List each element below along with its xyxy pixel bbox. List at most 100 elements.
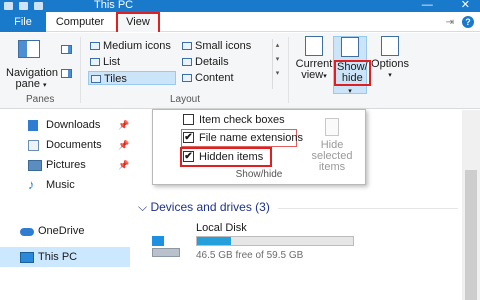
computer-icon	[20, 252, 34, 263]
local-disk-icon[interactable]	[152, 236, 180, 258]
layout-item-label: Small icons	[195, 40, 252, 52]
chevron-down-icon: ▾	[323, 73, 327, 80]
music-note-icon: ♪	[28, 177, 35, 192]
chevron-down-icon: ▾	[388, 72, 392, 79]
tab-file[interactable]: File	[0, 12, 46, 32]
nav-item-documents[interactable]: Documents	[26, 136, 102, 154]
show-hide-group-label: Show/hide	[235, 169, 283, 180]
navigation-pane-icon[interactable]	[18, 40, 40, 58]
navigation-pane-label-2: pane	[15, 78, 40, 90]
list-icon	[90, 58, 100, 66]
pin-icon[interactable]: 📌	[118, 160, 129, 171]
layout-item-label: Medium icons	[103, 40, 171, 52]
preview-pane-icon[interactable]	[61, 45, 72, 54]
nav-item-this-pc[interactable]: This PC	[18, 248, 77, 266]
layout-item-label: Tiles	[104, 73, 127, 85]
pin-icon[interactable]: 📌	[118, 140, 129, 151]
details-icon	[182, 58, 192, 66]
layout-tiles[interactable]: Tiles	[88, 71, 176, 85]
vertical-scrollbar[interactable]	[462, 110, 480, 300]
hide-selected-icon	[325, 118, 339, 136]
options-label: Options	[371, 58, 409, 70]
scrollbar-thumb[interactable]	[465, 170, 477, 300]
layout-gallery-scroller[interactable]: ▴ ▾ ▾	[272, 39, 282, 89]
nav-item-label: Pictures	[46, 159, 86, 171]
layout-details[interactable]: Details	[180, 55, 229, 69]
tab-computer[interactable]: Computer	[54, 12, 106, 32]
show-hide-button[interactable]: Show/ hide ▾	[333, 36, 371, 95]
tiles-icon	[91, 75, 101, 83]
drive-name[interactable]: Local Disk	[196, 222, 247, 234]
options-button[interactable]: Options ▾	[371, 36, 409, 94]
close-button[interactable]: ✕	[461, 0, 470, 11]
option-label: Hidden items	[199, 151, 264, 163]
new-folder-icon[interactable]	[34, 2, 43, 10]
checkbox-checked[interactable]: ✔	[183, 132, 194, 143]
documents-icon	[28, 140, 39, 151]
hidden-items-option[interactable]: ✔ Hidden items	[183, 149, 263, 165]
navigation-pane-button[interactable]: Navigation pane ▾	[6, 68, 58, 91]
show-hide-label-box: Show/ hide	[334, 60, 371, 86]
current-view-label-2: view	[301, 69, 324, 81]
title-bar: This PC — ✕	[0, 0, 480, 12]
chevron-down-icon: ▾	[348, 88, 352, 95]
chevron-down-icon: ⌵	[138, 200, 148, 214]
nav-item-music[interactable]: ♪ Music	[26, 176, 75, 194]
download-arrow-icon	[28, 120, 38, 131]
nav-item-pictures[interactable]: Pictures	[26, 156, 86, 174]
layout-group-label: Layout	[170, 94, 201, 105]
nav-item-label: This PC	[38, 251, 78, 263]
options-icon	[381, 36, 399, 56]
small-icons-icon	[182, 42, 192, 50]
layout-content[interactable]: Content	[180, 71, 234, 85]
ribbon: Navigation pane ▾ Panes Medium icons Sma…	[0, 33, 480, 109]
layout-list[interactable]: List	[88, 55, 120, 69]
windows-logo-icon	[152, 236, 164, 246]
nav-item-label: OneDrive	[38, 225, 85, 237]
nav-item-downloads[interactable]: Downloads	[26, 116, 100, 134]
file-name-extensions-option[interactable]: ✔ File name extensions	[183, 130, 303, 146]
folder-icon[interactable]	[4, 2, 13, 10]
help-icon[interactable]: ?	[462, 16, 474, 28]
onedrive-cloud-icon	[20, 228, 34, 236]
tab-view[interactable]: View	[116, 12, 160, 32]
nav-item-label: Documents	[46, 139, 102, 151]
checkbox-checked[interactable]: ✔	[183, 151, 194, 162]
layout-item-label: Content	[195, 72, 234, 84]
hide-selected-items-button[interactable]: Hide selected items	[301, 118, 363, 173]
layout-small-icons[interactable]: Small icons	[180, 39, 251, 53]
navigation-pane: Downloads 📌 Documents 📌 Pictures 📌 ♪ Musi…	[0, 110, 132, 300]
pictures-icon	[28, 160, 42, 171]
option-label: Item check boxes	[199, 114, 285, 126]
pin-ribbon-icon[interactable]: ⇥	[446, 17, 454, 28]
details-pane-icon[interactable]	[61, 69, 72, 78]
drive-usage-fill	[197, 237, 232, 245]
hide-selected-label: Hide selected	[311, 139, 353, 162]
nav-item-label: Downloads	[46, 119, 101, 131]
ribbon-tab-row: File Computer View ⇥ ?	[0, 12, 480, 32]
devices-section-header[interactable]: ⌵ Devices and drives (3)	[138, 200, 270, 215]
item-check-boxes-option[interactable]: Item check boxes	[183, 112, 285, 128]
chevron-down-icon: ▾	[43, 82, 47, 89]
nav-item-label: Music	[46, 179, 75, 191]
nav-item-onedrive[interactable]: OneDrive	[18, 222, 84, 240]
medium-icons-icon	[90, 42, 100, 50]
drive-body	[152, 248, 180, 257]
minimize-button[interactable]: —	[422, 0, 433, 11]
option-label: File name extensions	[199, 132, 303, 144]
show-hide-dropdown: Item check boxes ✔ File name extensions ✔…	[152, 109, 366, 185]
layout-item-label: Details	[195, 56, 229, 68]
current-view-button[interactable]: Current view▾	[294, 36, 334, 94]
pin-icon[interactable]: 📌	[118, 120, 129, 131]
show-hide-icon	[341, 37, 359, 57]
group-divider	[80, 37, 81, 103]
show-hide-label-2: hide	[341, 72, 363, 84]
panes-group-label: Panes	[26, 94, 55, 105]
layout-medium-icons[interactable]: Medium icons	[88, 39, 171, 53]
properties-icon[interactable]	[19, 2, 28, 10]
checkbox-unchecked[interactable]	[183, 114, 194, 125]
quick-access-toolbar	[4, 0, 43, 12]
current-view-icon	[305, 36, 323, 56]
drive-free-space: 46.5 GB free of 59.5 GB	[196, 250, 304, 261]
group-divider	[288, 37, 289, 103]
